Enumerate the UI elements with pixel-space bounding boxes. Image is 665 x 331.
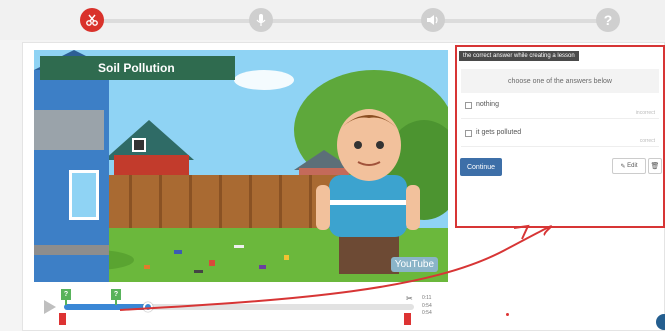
step-bar: ? [0,0,665,40]
answer-tag: incorrect [635,110,655,116]
microphone-icon [256,14,266,26]
cartoon-scene [34,50,448,282]
edit-button[interactable]: ✎ Edit [612,158,646,174]
edit-label: Edit [627,163,638,169]
annotation-dot [506,313,509,316]
answer-checkbox[interactable] [465,102,472,109]
video-title: Soil Pollution [40,56,235,80]
quiz-header: the correct answer while creating a less… [459,51,579,61]
video-timeline: ? ? ✂ 0:11 0:54 0:54 [34,285,448,325]
question-marker[interactable]: ? [61,289,71,305]
current-time: 0:11 [422,295,432,301]
step-audio[interactable] [421,8,445,32]
step-trim[interactable] [80,8,104,32]
duration-time: 0:54 [422,303,432,309]
step-voice[interactable] [249,8,273,32]
help-button[interactable] [656,314,665,330]
question-icon: ? [603,12,613,28]
step-track [90,19,610,23]
video-player[interactable]: Soil Pollution YouTube [34,50,448,282]
youtube-watermark[interactable]: YouTube [390,257,438,272]
trim-start-handle[interactable] [59,313,66,325]
question-marker[interactable]: ? [111,289,121,305]
continue-button[interactable]: Continue [460,158,502,176]
playhead-handle[interactable] [143,302,153,312]
scissors-icon: ✂ [406,294,413,303]
answer-tag: correct [639,138,655,144]
quiz-panel: the correct answer while creating a less… [455,45,665,228]
end-time: 0:54 [422,310,432,316]
step-questions[interactable]: ? [596,8,620,32]
speaker-icon [427,15,438,25]
answer-label: nothing [476,101,499,108]
trim-end-handle[interactable] [404,313,411,325]
lesson-editor: ? Soil Pollution YouTube the correct ans… [0,0,665,331]
answer-label: it gets polluted [476,129,522,136]
timeline-progress [64,304,148,310]
trash-icon: 🗑 [650,163,660,170]
quiz-prompt: choose one of the answers below [461,69,659,93]
answer-option[interactable]: it gets polluted correct [461,125,659,147]
delete-button[interactable]: 🗑 [648,158,662,174]
answer-option[interactable]: nothing incorrect [461,97,659,119]
scissors-icon [86,14,98,26]
pencil-icon: ✎ [620,163,626,170]
play-icon[interactable] [44,300,56,314]
answer-checkbox[interactable] [465,130,472,137]
